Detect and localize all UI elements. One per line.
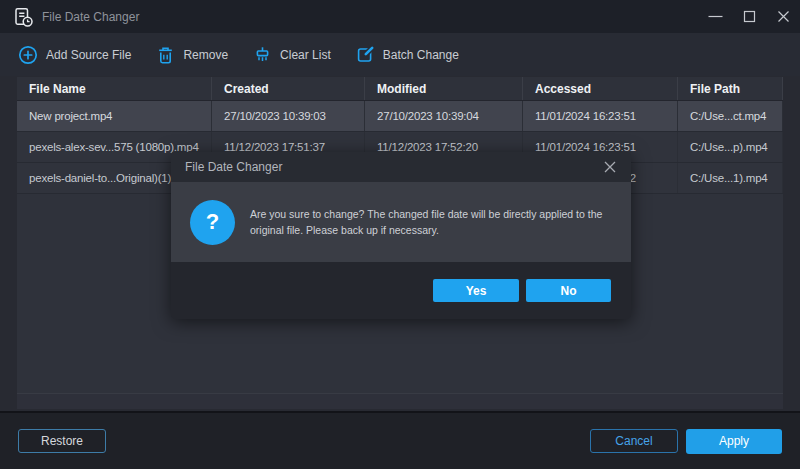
no-button[interactable]: No: [526, 279, 611, 302]
add-source-file-button[interactable]: Add Source File: [18, 45, 131, 65]
brush-icon: [253, 45, 272, 65]
cell-file-path: C:/Use...p).mp4: [678, 132, 783, 162]
cell-modified: 27/10/2023 10:39:04: [365, 101, 523, 131]
column-header-file-path: File Path: [678, 77, 783, 100]
remove-button[interactable]: Remove: [156, 45, 228, 65]
cell-file-path: C:/Use...ct.mp4: [678, 101, 783, 131]
cancel-button[interactable]: Cancel: [590, 429, 678, 453]
dialog-message: Are you sure to change? The changed file…: [250, 206, 611, 238]
cell-created: 27/10/2023 10:39:03: [212, 101, 365, 131]
question-icon: ?: [190, 200, 235, 245]
cell-file-path: C:/Use...1).mp4: [678, 163, 783, 193]
window-title: File Date Changer: [42, 10, 139, 24]
column-header-modified: Modified: [365, 77, 523, 100]
column-header-created: Created: [212, 77, 365, 100]
confirm-dialog: File Date Changer ? Are you sure to chan…: [171, 152, 631, 319]
dialog-footer: Yes No: [171, 262, 631, 319]
table-row[interactable]: New project.mp4 27/10/2023 10:39:03 27/1…: [17, 101, 783, 132]
maximize-button[interactable]: [732, 0, 766, 33]
batch-change-button[interactable]: Batch Change: [356, 45, 459, 64]
column-header-file-name: File Name: [17, 77, 212, 100]
close-button[interactable]: [766, 0, 800, 33]
dialog-title: File Date Changer: [185, 160, 282, 174]
bottom-bar: Restore Cancel Apply: [0, 411, 800, 469]
app-icon: [13, 7, 33, 27]
titlebar: File Date Changer: [0, 0, 800, 33]
cell-accessed: 11/01/2024 16:23:51: [523, 101, 678, 131]
minimize-button[interactable]: [698, 0, 732, 33]
dialog-titlebar: File Date Changer: [171, 152, 631, 182]
column-header-accessed: Accessed: [523, 77, 678, 100]
clear-list-button[interactable]: Clear List: [253, 45, 331, 65]
clear-list-label: Clear List: [280, 48, 331, 62]
batch-change-label: Batch Change: [383, 48, 459, 62]
add-source-file-label: Add Source File: [46, 48, 131, 62]
apply-button[interactable]: Apply: [686, 429, 782, 454]
yes-button[interactable]: Yes: [433, 279, 519, 302]
toolbar: Add Source File Remove Clear List: [0, 33, 800, 76]
dialog-body: ? Are you sure to change? The changed fi…: [171, 182, 631, 262]
restore-button[interactable]: Restore: [18, 429, 106, 453]
dialog-close-button[interactable]: [603, 160, 617, 174]
horizontal-scrollbar[interactable]: [17, 393, 783, 409]
cell-file-name: New project.mp4: [17, 101, 212, 131]
add-circle-icon: [18, 45, 38, 65]
remove-label: Remove: [183, 48, 228, 62]
table-header: File Name Created Modified Accessed File…: [17, 77, 783, 101]
edit-icon: [356, 45, 375, 64]
trash-icon: [156, 45, 175, 65]
